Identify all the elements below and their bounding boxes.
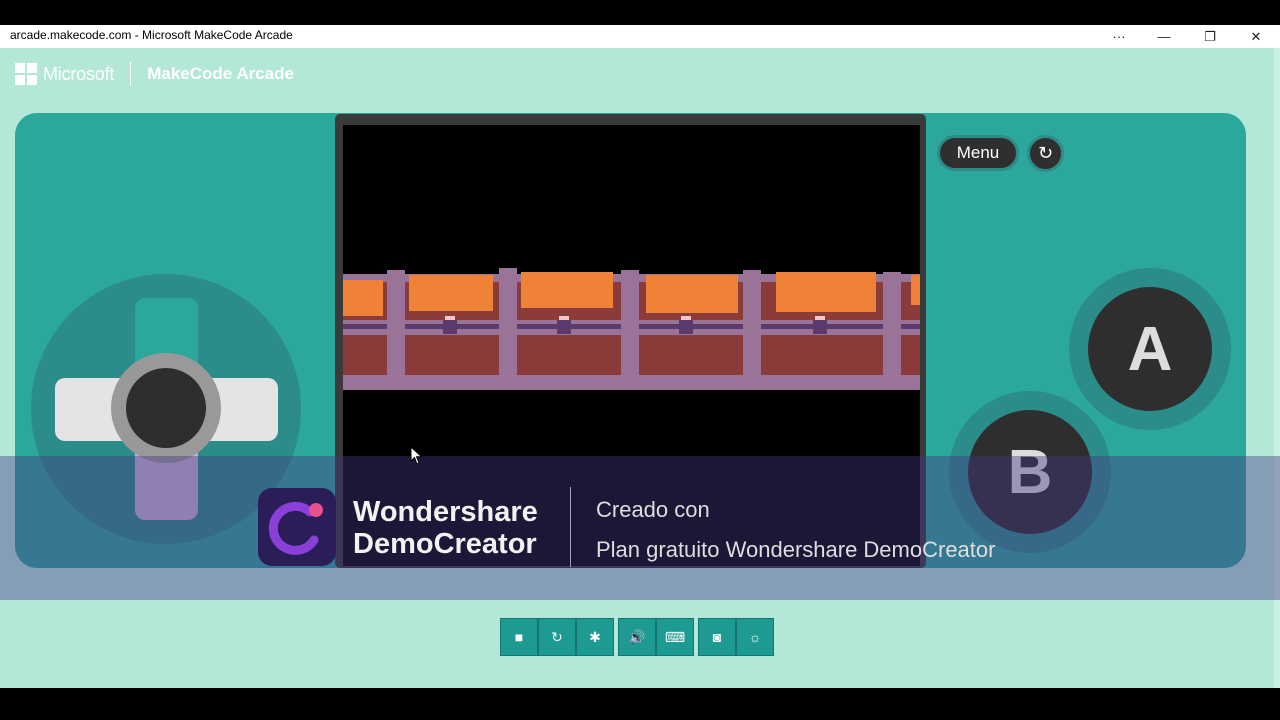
sim-restart-button[interactable]: ↻ [1027,135,1064,172]
menu-button[interactable]: Menu [937,135,1019,171]
toolbar-group-run: ■ ↻ ✱ [500,618,614,656]
refresh-icon: ↻ [1037,143,1054,163]
brand-divider [130,62,132,86]
stop-button[interactable]: ■ [500,618,538,656]
microsoft-logo-icon [15,63,37,85]
a-button[interactable]: A [1088,287,1212,411]
window-title: arcade.makecode.com - Microsoft MakeCode… [10,28,293,42]
watermark-divider [570,487,571,567]
header-brand[interactable]: Microsoft MakeCode Arcade [15,62,294,86]
watermark-text-1: Creado con [596,497,710,522]
microsoft-label: Microsoft [43,63,115,84]
watermark-text-2: Plan gratuito Wondershare DemoCreator [596,537,996,562]
watermark-brand-line2: DemoCreator [353,528,537,560]
minimize-button[interactable]: — [1141,25,1187,48]
settings-button[interactable]: ☼ [736,618,774,656]
close-button[interactable]: ✕ [1233,25,1279,48]
toolbar-group-extra: ◙ ☼ [698,618,774,656]
dpad-center[interactable] [126,368,206,448]
app-name: MakeCode Arcade [147,64,294,83]
toolbar-group-io: 🔊 ⌨ [618,618,694,656]
screenshot-button[interactable]: ◙ [698,618,736,656]
screen: arcade.makecode.com - Microsoft MakeCode… [0,0,1280,720]
debug-button[interactable]: ✱ [576,618,614,656]
restore-button[interactable]: ❐ [1187,25,1233,48]
keyboard-button[interactable]: ⌨ [656,618,694,656]
restart-button[interactable]: ↻ [538,618,576,656]
camera-icon: ◙ [712,629,722,645]
restore-icon: ❐ [1204,28,1216,44]
speaker-icon: 🔊 [628,628,646,645]
stop-icon: ■ [514,629,524,645]
refresh-icon: ↻ [551,628,563,645]
more-icon: ··· [1112,29,1126,44]
more-options-button[interactable]: ··· [1096,25,1142,48]
title-bar: arcade.makecode.com - Microsoft MakeCode… [0,25,1280,48]
watermark-brand-line1: Wondershare [353,496,538,528]
game-platform [343,268,920,390]
settings-icon: ☼ [748,629,762,645]
mute-button[interactable]: 🔊 [618,618,656,656]
mouse-cursor-icon [410,446,423,465]
bug-icon: ✱ [589,628,601,645]
close-icon: ✕ [1250,28,1262,44]
democreator-logo-icon [258,488,336,566]
watermark-brand: Wondershare DemoCreator [353,496,538,560]
minimize-icon: — [1157,29,1171,44]
keyboard-icon: ⌨ [664,628,686,645]
watermark-band [0,456,1280,600]
